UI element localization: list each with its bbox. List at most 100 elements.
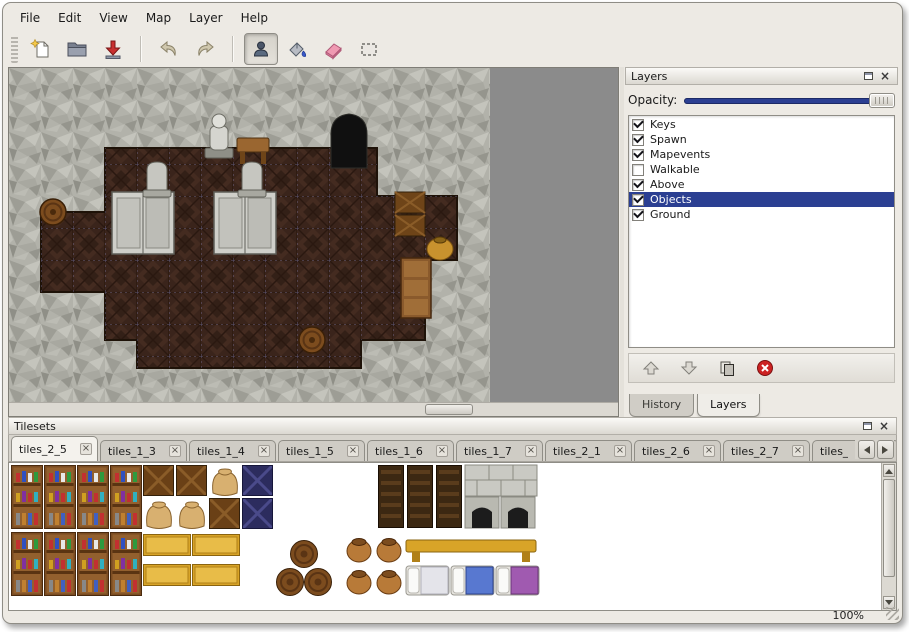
move-layer-down-button[interactable] [675,356,703,380]
eraser-tool-button[interactable] [316,33,350,65]
layer-row-mapevents[interactable]: Mapevents [629,147,894,162]
delete-layer-button[interactable] [751,356,779,380]
tileset-tab-label: tiles_2_1 [553,445,601,458]
stone-double-door-right [214,192,276,254]
redo-button[interactable] [188,33,222,65]
layer-visibility-checkbox[interactable] [632,164,644,176]
tab-close-icon[interactable] [169,445,181,457]
tileset-tab[interactable]: tiles_1_3 [100,440,187,461]
tileset-tab[interactable]: tiles_2_5 [11,436,98,461]
layer-visibility-checkbox[interactable] [632,149,644,161]
undo-button[interactable] [152,33,186,65]
duplicate-layer-button[interactable] [713,356,741,380]
new-document-icon [30,38,52,60]
tileset-tab[interactable]: tiles_1_7 [456,440,543,461]
opacity-slider-handle[interactable] [869,93,895,108]
tileset-vertical-scrollbar[interactable] [881,463,896,610]
tileset-tab[interactable]: tiles_2_7 [723,440,810,461]
tab-close-icon[interactable] [703,445,715,457]
close-panel-icon[interactable] [877,419,891,433]
close-panel-icon[interactable] [878,69,892,83]
menu-file[interactable]: File [11,8,49,28]
scrollbar-thumb[interactable] [425,404,473,415]
opacity-label: Opacity: [628,93,677,107]
open-folder-button[interactable] [60,33,94,65]
redo-icon [194,39,216,59]
menu-edit[interactable]: Edit [49,8,90,28]
tab-history[interactable]: History [629,394,694,417]
layer-row-above[interactable]: Above [629,177,894,192]
layer-row-objects[interactable]: Objects [629,192,894,207]
new-document-button[interactable] [24,33,58,65]
tab-close-icon[interactable] [80,443,92,455]
layer-visibility-checkbox[interactable] [632,179,644,191]
tileset-render [10,464,870,610]
layers-panel-titlebar[interactable]: Layers [625,67,898,85]
tileset-tab[interactable]: tiles_1_6 [367,440,454,461]
tileset-tab[interactable]: tiles_1_4 [189,440,276,461]
tab-layers[interactable]: Layers [697,394,759,417]
tab-scroll-right-icon[interactable] [877,440,894,459]
tileset-image[interactable] [10,464,870,611]
layers-panel-title: Layers [631,70,858,83]
tileset-tab-label: tiles_1_3 [108,445,156,458]
layer-row-keys[interactable]: Keys [629,117,894,132]
tileset-tab-label: tiles_1_4 [197,445,245,458]
float-panel-icon[interactable] [860,419,874,433]
bed-purple [496,566,539,595]
layer-row-ground[interactable]: Ground [629,207,894,222]
menu-layer[interactable]: Layer [180,8,231,28]
tab-close-icon[interactable] [258,445,270,457]
save-button[interactable] [96,33,130,65]
wooden-cabinet [401,258,431,318]
tilesets-panel-title: Tilesets [14,420,857,433]
toolbar-drag-handle[interactable] [11,35,18,63]
layer-row-walkable[interactable]: Walkable [629,162,894,177]
fill-tool-button[interactable] [280,33,314,65]
menu-view[interactable]: View [90,8,136,28]
tab-scroll-left-icon[interactable] [858,440,875,459]
float-panel-icon[interactable] [861,69,875,83]
layer-label: Mapevents [650,148,710,161]
opacity-slider[interactable] [684,92,895,108]
layer-row-spawn[interactable]: Spawn [629,132,894,147]
tileset-tab[interactable]: tiles_2_6 [634,440,721,461]
tileset-tab-label: tiles_ [820,445,848,458]
tab-close-icon[interactable] [525,445,537,457]
menu-map[interactable]: Map [137,8,180,28]
stamp-tool-button[interactable] [244,33,278,65]
map-horizontal-scrollbar[interactable] [9,402,618,416]
tab-label: Layers [710,398,746,411]
tileset-tab-bar: tiles_2_5 tiles_1_3 tiles_1_4 tiles_1_5 … [8,435,897,462]
menu-help[interactable]: Help [232,8,277,28]
tab-close-icon[interactable] [347,445,359,457]
tab-close-icon[interactable] [614,445,626,457]
menu-bar: File Edit View Map Layer Help [11,7,277,29]
layer-label: Ground [650,208,690,221]
layer-visibility-checkbox[interactable] [632,119,644,131]
opacity-row: Opacity: [628,87,895,113]
scroll-up-icon[interactable] [883,464,895,477]
map-canvas[interactable] [9,68,618,402]
rect-select-tool-button[interactable] [352,33,386,65]
layer-visibility-checkbox[interactable] [632,134,644,146]
tileset-tab-label: tiles_1_7 [464,445,512,458]
bed-white [406,566,449,595]
tab-close-icon[interactable] [792,445,804,457]
tileset-tab[interactable]: tiles_2_1 [545,440,632,461]
scrollbar-thumb[interactable] [883,479,895,577]
move-layer-up-button[interactable] [637,356,665,380]
tilesets-panel-titlebar[interactable]: Tilesets [8,417,897,435]
vertical-splitter[interactable] [620,67,624,417]
duplicate-layer-icon [718,359,736,377]
resize-grip[interactable] [886,607,899,620]
map-render [9,68,618,402]
tab-close-icon[interactable] [436,445,448,457]
app-window: File Edit View Map Layer Help [2,2,903,624]
stone-double-door-left [112,192,174,254]
layer-visibility-checkbox[interactable] [632,209,644,221]
tileset-tab[interactable]: tiles_1_5 [278,440,365,461]
layer-label: Spawn [650,133,687,146]
layer-visibility-checkbox[interactable] [632,194,644,206]
save-icon [102,38,124,60]
